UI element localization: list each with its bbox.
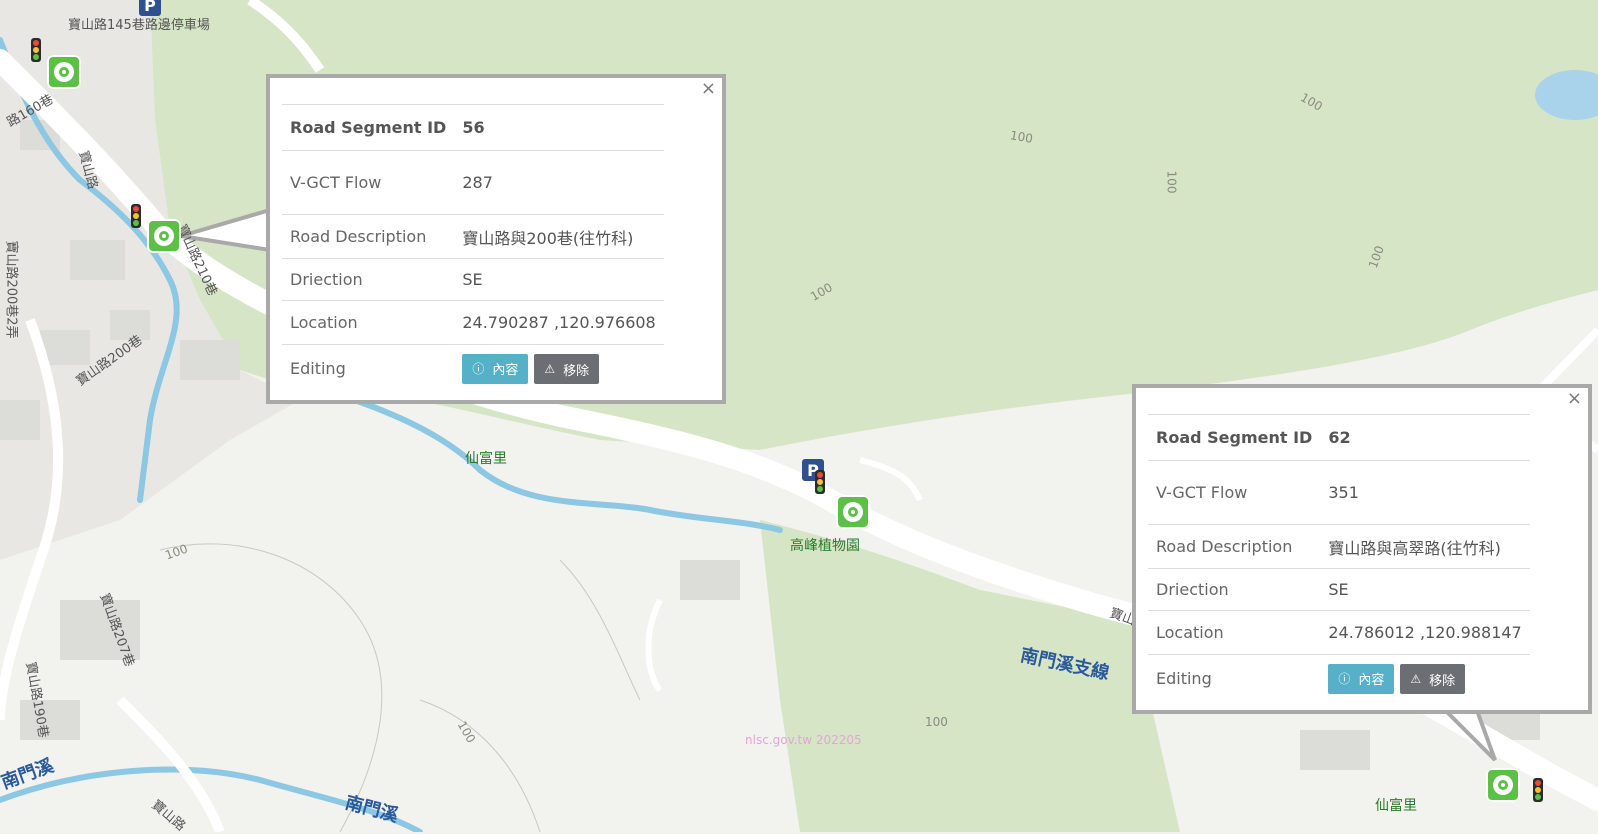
location-label: Location (282, 300, 455, 345)
parking-icon[interactable]: P (139, 0, 161, 16)
location-label: Location (1148, 610, 1321, 655)
vehicle-detector-marker-icon[interactable] (836, 495, 870, 529)
remove-button-label: 移除 (563, 363, 590, 379)
road-segment-popup-1: × Road Segment ID 56 V-GCT Flow 287 Road… (266, 74, 726, 404)
info-icon: ⓘ (472, 362, 485, 376)
location-value: 24.786012 ,120.988147 (1320, 610, 1530, 655)
direction-label: Driection (1148, 568, 1321, 611)
details-button-label: 內容 (1358, 673, 1385, 688)
details-button[interactable]: ⓘ 內容 (462, 353, 529, 384)
remove-button-label: 移除 (1429, 673, 1456, 689)
popup-info-table: Road Segment ID 62 V-GCT Flow 351 Road D… (1148, 414, 1530, 703)
remove-button[interactable]: ⚠ 移除 (534, 354, 600, 384)
editing-label: Editing (1148, 654, 1321, 703)
details-button[interactable]: ⓘ 內容 (1328, 663, 1395, 694)
road-description-value: 寶山路與高翠路(往竹科) (1320, 524, 1530, 569)
segment-id-label: Road Segment ID (282, 104, 455, 151)
traffic-light-icon[interactable] (131, 204, 141, 228)
vehicle-detector-marker-icon[interactable] (147, 219, 181, 253)
vehicle-detector-marker-icon[interactable] (47, 55, 81, 89)
direction-label: Driection (282, 258, 455, 301)
flow-label: V-GCT Flow (282, 150, 455, 215)
road-description-value: 寶山路與200巷(往竹科) (454, 214, 664, 259)
warning-icon: ⚠ (1410, 672, 1422, 686)
segment-id-value: 62 (1320, 414, 1530, 461)
direction-value: SE (454, 258, 664, 301)
editing-actions: ⓘ 內容 ⚠ 移除 (1320, 654, 1530, 703)
editing-label: Editing (282, 344, 455, 393)
popup-close-button[interactable]: × (1567, 390, 1582, 408)
flow-label: V-GCT Flow (1148, 460, 1321, 525)
direction-value: SE (1320, 568, 1530, 611)
popup-info-table: Road Segment ID 56 V-GCT Flow 287 Road D… (282, 104, 664, 393)
traffic-light-icon[interactable] (31, 38, 41, 62)
warning-icon: ⚠ (544, 362, 556, 376)
road-description-label: Road Description (282, 214, 455, 259)
traffic-light-icon[interactable] (815, 470, 825, 494)
flow-value: 287 (454, 150, 664, 215)
road-segment-popup-2: × Road Segment ID 62 V-GCT Flow 351 Road… (1132, 384, 1592, 714)
traffic-light-icon[interactable] (1533, 778, 1543, 802)
location-value: 24.790287 ,120.976608 (454, 300, 664, 345)
remove-button[interactable]: ⚠ 移除 (1400, 664, 1466, 694)
details-button-label: 內容 (492, 363, 519, 378)
popup-close-button[interactable]: × (701, 80, 716, 98)
info-icon: ⓘ (1338, 672, 1351, 686)
flow-value: 351 (1320, 460, 1530, 525)
vehicle-detector-marker-icon[interactable] (1486, 768, 1520, 802)
segment-id-value: 56 (454, 104, 664, 151)
editing-actions: ⓘ 內容 ⚠ 移除 (454, 344, 664, 393)
road-description-label: Road Description (1148, 524, 1321, 569)
segment-id-label: Road Segment ID (1148, 414, 1321, 461)
